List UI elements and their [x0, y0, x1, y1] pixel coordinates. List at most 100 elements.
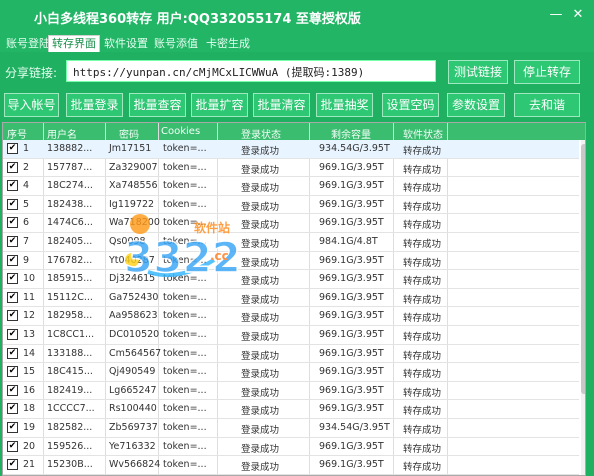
- row-checkbox[interactable]: ✔: [7, 310, 18, 322]
- table-row[interactable]: ✔ 20 159526... Ye716332 token=... 登录成功 969.1G/…: [3, 438, 579, 457]
- batch-clear-button[interactable]: 批量清容: [253, 93, 310, 117]
- tab-account-login[interactable]: 账号登陆: [2, 35, 54, 52]
- cell-login-status: 登录成功: [241, 276, 280, 288]
- table-row[interactable]: ✔ 10 185915... Dj324615 token=... 登录成功 969.1G/…: [3, 270, 579, 289]
- row-checkbox[interactable]: ✔: [7, 291, 18, 303]
- row-checkbox[interactable]: ✔: [7, 254, 18, 266]
- table-row[interactable]: ✔ 21 15230B... Wv566824 token=... 登录成功 969.1G/…: [3, 456, 579, 475]
- table-row[interactable]: ✔ 7 182405... Qs0098 token=... 登录成功 984.1G/4.8…: [3, 233, 579, 252]
- set-empty-code-button[interactable]: 设置空码: [382, 93, 439, 117]
- title-bar: 小白多线程360转存 用户:QQ332055174 至尊授权版 — ✕: [0, 0, 594, 33]
- cell-cookies: token=...: [163, 180, 207, 192]
- table-row[interactable]: ✔ 2 157787... Za329007 token=... 登录成功 969.1G/3…: [3, 159, 579, 178]
- row-checkbox[interactable]: ✔: [7, 403, 18, 415]
- table-row[interactable]: ✔ 15 18C415... Qj490549 token=... 登录成功 969.1G/…: [3, 363, 579, 382]
- parameter-settings-button[interactable]: 参数设置: [447, 93, 505, 117]
- table-row[interactable]: ✔ 19 182582... Zb569737 token=... 登录成功 934.54G…: [3, 419, 579, 438]
- cell-cookies: token=...: [163, 161, 207, 173]
- row-checkbox[interactable]: ✔: [7, 180, 18, 192]
- row-checkbox[interactable]: ✔: [7, 422, 18, 433]
- cell-login-status: 登录成功: [241, 462, 280, 474]
- row-checkbox[interactable]: ✔: [7, 273, 18, 285]
- batch-login-button[interactable]: 批量登录: [66, 93, 123, 117]
- col-header-username[interactable]: 用户名: [47, 126, 77, 141]
- cell-software-status: 转存成功: [403, 369, 442, 381]
- row-checkbox[interactable]: ✔: [7, 161, 18, 173]
- cell-login-status: 登录成功: [241, 164, 280, 176]
- row-checkbox[interactable]: ✔: [7, 459, 18, 471]
- batch-lottery-button[interactable]: 批量抽奖: [316, 93, 373, 117]
- tab-software-settings[interactable]: 软件设置: [100, 35, 152, 52]
- cell-remaining-capacity: 969.1G/3.95T: [319, 161, 384, 173]
- cell-no: 20: [23, 440, 36, 452]
- cell-software-status: 转存成功: [403, 201, 442, 213]
- cell-login-status: 登录成功: [241, 350, 280, 362]
- cell-software-status: 转存成功: [403, 220, 442, 232]
- cell-no: 1: [23, 143, 30, 154]
- table-row[interactable]: ✔61474C6...Wa718200token=...登录成功969.1G/3…: [3, 214, 579, 233]
- cell-login-status: 登录成功: [241, 406, 280, 418]
- cell-no: 4: [23, 180, 30, 192]
- cell-no: 5: [23, 198, 30, 210]
- cell-software-status: 转存成功: [403, 313, 442, 325]
- row-checkbox[interactable]: ✔: [7, 217, 18, 229]
- close-icon[interactable]: ✕: [570, 7, 586, 23]
- table-row[interactable]: ✔ 14 133188... Cm564567 token=... 登录成功 969.1G/…: [3, 345, 579, 364]
- table-row[interactable]: ✔ 13 1C8CC1... DC010520 token=... 登录成功 969.1G/…: [3, 326, 579, 345]
- cell-password: Jm17151: [109, 143, 152, 154]
- table-row[interactable]: ✔ 16 182419... Lg665247 token=... 登录成功 969.1G/…: [3, 382, 579, 401]
- tab-card-generate[interactable]: 卡密生成: [202, 35, 254, 52]
- window-title: 小白多线程360转存 用户:QQ332055174 至尊授权版: [34, 12, 361, 27]
- watermark-suffix-text: .cc: [210, 249, 229, 263]
- table-row[interactable]: ✔9176782...Yt040287token=...登录成功969.1G/3…: [3, 252, 579, 271]
- cell-remaining-capacity: 969.1G/3.95T: [319, 459, 384, 471]
- cell-cookies: token=...: [163, 403, 207, 415]
- row-checkbox[interactable]: ✔: [7, 236, 18, 247]
- col-header-cookies[interactable]: Cookies: [161, 126, 200, 137]
- cell-remaining-capacity: 969.1G/3.95T: [319, 198, 384, 210]
- cell-no: 15: [23, 366, 36, 378]
- row-checkbox[interactable]: ✔: [7, 347, 18, 359]
- vertical-scrollbar[interactable]: [581, 140, 585, 475]
- row-checkbox[interactable]: ✔: [7, 384, 18, 396]
- row-checkbox[interactable]: ✔: [7, 329, 18, 340]
- stop-transfer-button[interactable]: 停止转存: [514, 60, 580, 84]
- cell-username: 182958...: [47, 310, 93, 322]
- col-header-no[interactable]: 序号: [7, 126, 27, 141]
- row-checkbox[interactable]: ✔: [7, 440, 18, 452]
- table-row[interactable]: ✔ 12 182958... Aa958623 token=... 登录成功 969.1G/…: [3, 307, 579, 326]
- cell-software-status: 转存成功: [403, 183, 442, 195]
- cell-no: 7: [23, 236, 30, 247]
- scrollbar-thumb[interactable]: [581, 144, 585, 394]
- cell-remaining-capacity: 969.1G/3.95T: [319, 384, 384, 396]
- import-accounts-button[interactable]: 导入帐号: [4, 93, 59, 117]
- table-row[interactable]: ✔ 11 15112C... Ga752430 token=... 登录成功 969.1G/…: [3, 289, 579, 308]
- batch-expand-button[interactable]: 批量扩容: [191, 93, 248, 117]
- table-row[interactable]: ✔ 4 18C274... Xa748556 token=... 登录成功 969.1G/3…: [3, 177, 579, 196]
- table-row[interactable]: ✔ 18 1CCCC7... Rs100440 token=... 登录成功 969.1G/…: [3, 400, 579, 419]
- cell-username: 157787...: [47, 161, 93, 173]
- tab-transfer[interactable]: 转存界面: [48, 35, 100, 52]
- cell-username: 176782...: [47, 254, 93, 266]
- col-header-login-status[interactable]: 登录状态: [241, 126, 281, 141]
- table-row[interactable]: ✔ 5 182438... Ig119722 token=... 登录成功 969.1G/3…: [3, 196, 579, 215]
- batch-check-capacity-button[interactable]: 批量查容: [129, 93, 186, 117]
- col-header-software-status[interactable]: 软件状态: [403, 126, 443, 141]
- col-header-password[interactable]: 密码: [119, 126, 139, 141]
- share-link-input[interactable]: https://yunpan.cn/cMjMCxLICWWuA (提取码:138…: [66, 60, 436, 82]
- test-link-button[interactable]: 测试链接: [448, 60, 508, 84]
- tab-account-recharge[interactable]: 账号添值: [150, 35, 202, 52]
- row-checkbox[interactable]: ✔: [7, 198, 18, 210]
- cell-software-status: 转存成功: [403, 239, 442, 250]
- cell-cookies: token=...: [163, 329, 207, 340]
- cell-password: Xa748556: [109, 180, 158, 192]
- row-checkbox[interactable]: ✔: [7, 366, 18, 378]
- cell-no: 12: [23, 310, 36, 322]
- cell-remaining-capacity: 969.1G/3.95T: [319, 347, 384, 359]
- row-checkbox[interactable]: ✔: [7, 143, 18, 154]
- cell-login-status: 登录成功: [241, 201, 280, 213]
- unblock-button[interactable]: 去和谐: [514, 93, 580, 117]
- minimize-icon[interactable]: —: [548, 7, 564, 23]
- table-row[interactable]: ✔ 1 138882... Jm17151 token=... 登录成功 934.54G/3…: [3, 140, 579, 159]
- col-header-remaining-capacity[interactable]: 剩余容量: [331, 126, 371, 141]
